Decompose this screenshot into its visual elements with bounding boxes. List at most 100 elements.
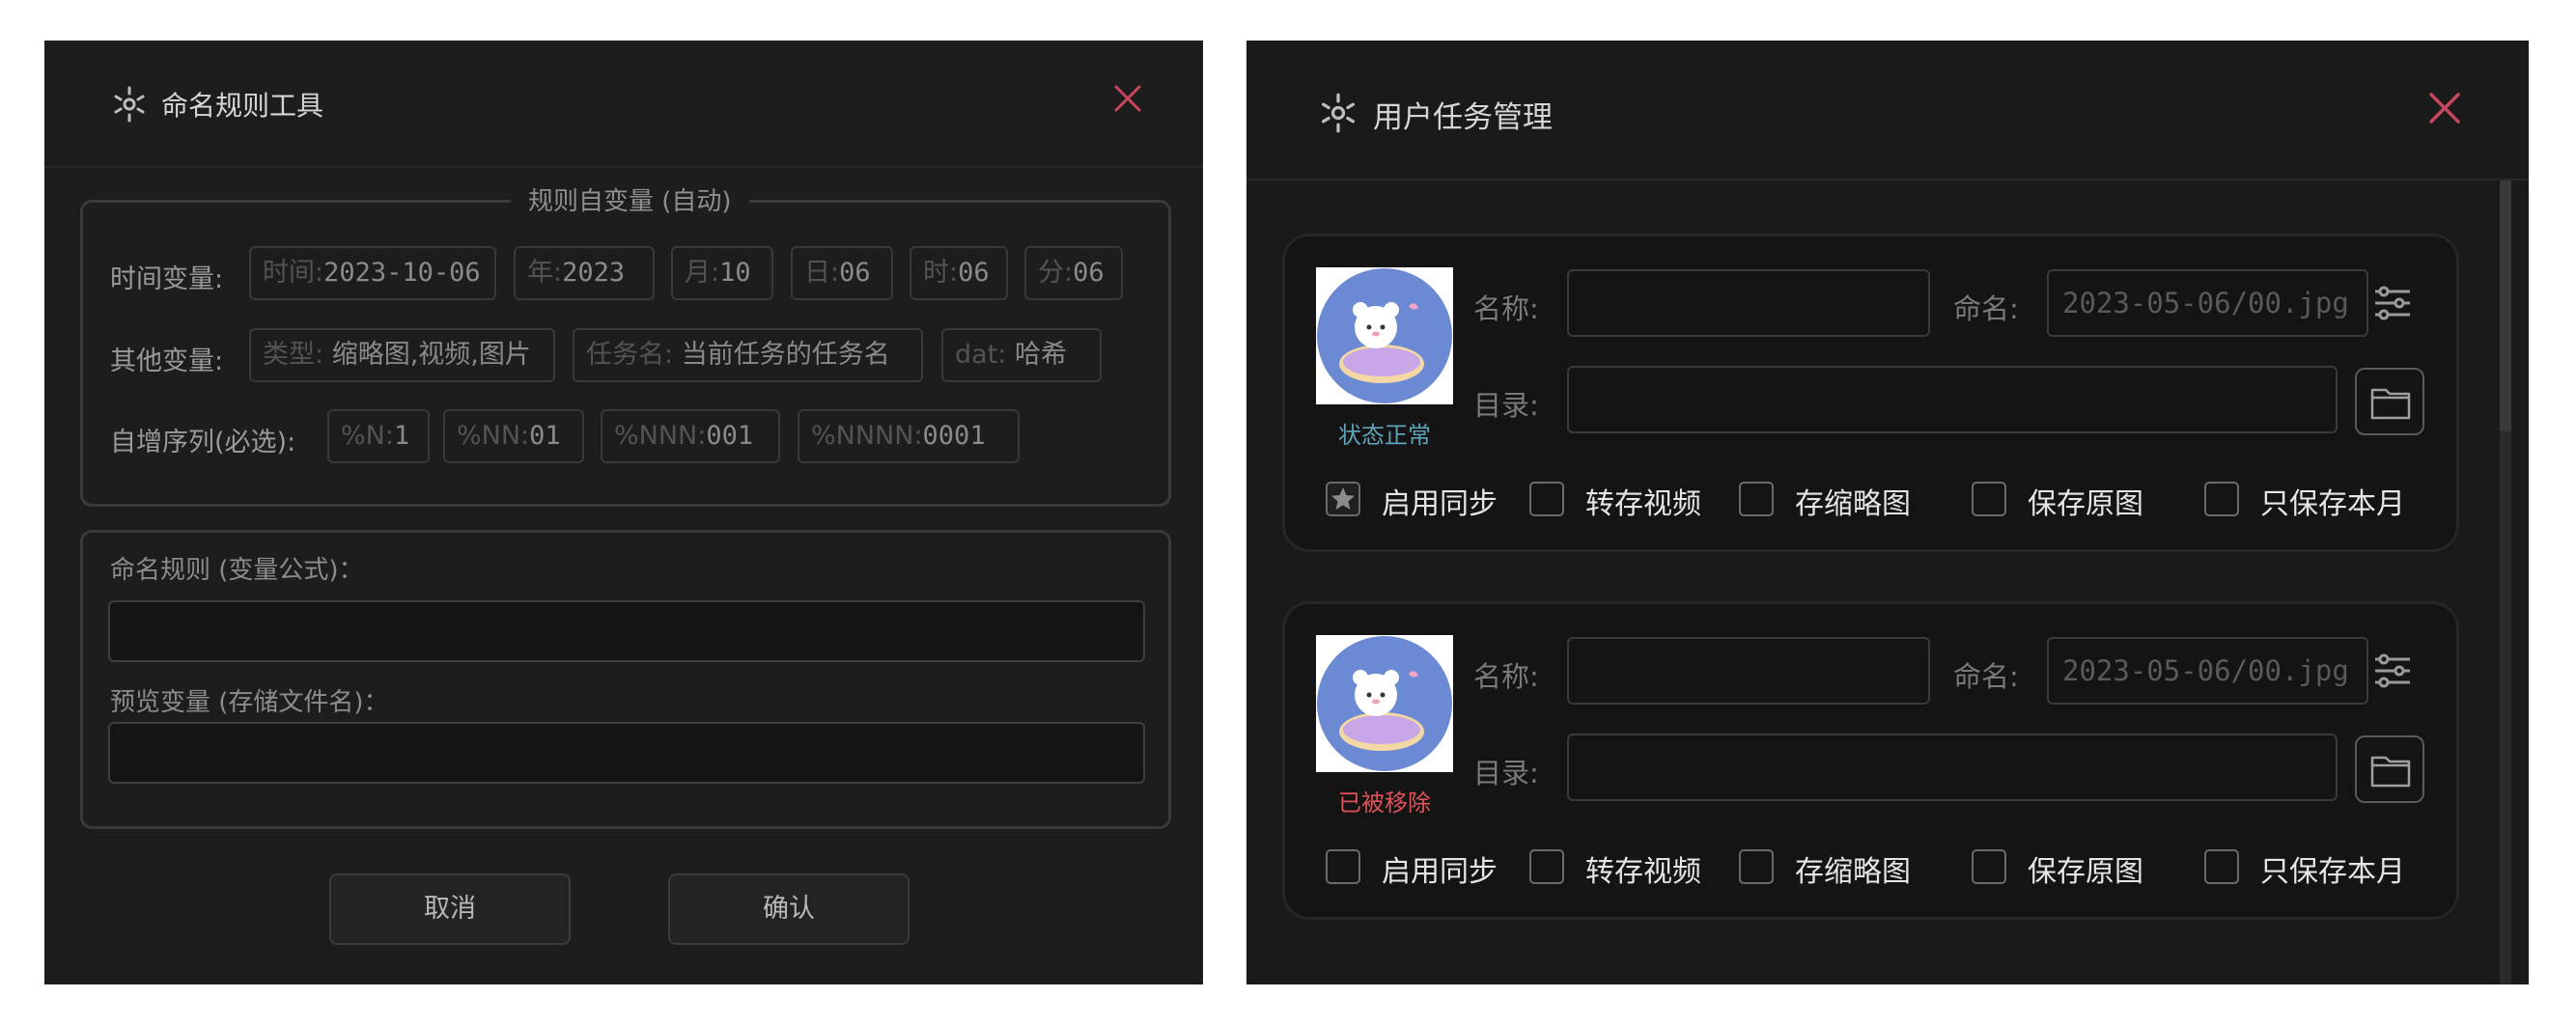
checkbox-label: 启用同步 [1382, 855, 1498, 889]
chip-minute[interactable]: 分:06 [1024, 246, 1123, 300]
close-icon[interactable] [2428, 92, 2461, 128]
task-name-input[interactable] [1567, 269, 1930, 337]
task-avatar [1316, 267, 1453, 404]
task-manager-dialog: 用户任务管理 状态正常 名称: 命名: 2023-05-06/00.jpg 目录… [1246, 41, 2529, 984]
dialog-title: 用户任务管理 [1373, 100, 1553, 135]
chip-value: 1 [393, 421, 410, 451]
filename-value: 2023-05-06/00.jpg [2062, 287, 2349, 319]
variables-group: 规则自变量 (自动) 时间变量: 时间:2023-10-06 年:2023 月:… [80, 181, 1171, 507]
chip-month[interactable]: 月:10 [671, 246, 773, 300]
checkbox-label: 保存原图 [2028, 855, 2143, 889]
other-variables-label: 其他变量: [110, 346, 224, 376]
chip-type[interactable]: 类型: 缩略图,视频,图片 [249, 328, 555, 382]
naming-rule-label: 命名规则 (变量公式)： [110, 556, 364, 585]
task-status: 状态正常 [1338, 422, 1431, 449]
directory-label: 目录: [1473, 757, 1539, 790]
chip-key: %NN: [457, 421, 530, 451]
chip-key: 时间: [263, 258, 324, 288]
checkbox-box[interactable] [1972, 849, 2006, 884]
chip-value: 当前任务的任务名 [681, 340, 890, 370]
chip-seq-nnnn[interactable]: %NNNN:0001 [798, 409, 1020, 463]
checkbox-label: 存缩略图 [1795, 487, 1911, 521]
chip-seq-nnn[interactable]: %NNN:001 [601, 409, 780, 463]
checkbox-box[interactable] [1739, 849, 1774, 884]
checkbox-box[interactable] [2204, 482, 2239, 516]
filename-label: 命名: [1953, 660, 2019, 693]
close-icon[interactable] [1113, 84, 1142, 117]
task-card: 状态正常 名称: 命名: 2023-05-06/00.jpg 目录: 启用同步 … [1282, 234, 2459, 552]
checkbox-label: 保存原图 [2028, 487, 2143, 521]
chip-key: 分: [1038, 258, 1074, 288]
chip-value: 10 [719, 258, 751, 288]
filename-value: 2023-05-06/00.jpg [2062, 654, 2349, 687]
chip-seq-n[interactable]: %N:1 [327, 409, 430, 463]
time-variables-label: 时间变量: [110, 264, 224, 294]
chip-time-full[interactable]: 时间:2023-10-06 [249, 246, 496, 300]
filename-label: 命名: [1953, 292, 2019, 325]
sliders-icon[interactable] [2372, 283, 2413, 327]
chip-value: 0001 [922, 421, 986, 451]
chip-dat[interactable]: dat: 哈希 [941, 328, 1102, 382]
checkbox-box[interactable] [1529, 849, 1564, 884]
naming-tool-dialog: 命名规则工具 规则自变量 (自动) 时间变量: 时间:2023-10-06 年:… [44, 41, 1203, 984]
name-label: 名称: [1473, 292, 1539, 325]
cancel-button[interactable]: 取消 [329, 873, 571, 945]
star-checked-icon [1331, 487, 1355, 510]
chip-key: 时: [923, 258, 959, 288]
chip-year[interactable]: 年:2023 [514, 246, 655, 300]
chip-key: %NNN: [614, 421, 707, 451]
app-logo-icon [1317, 92, 1359, 138]
chip-key: 类型: [263, 340, 324, 370]
chip-value: 06 [958, 258, 990, 288]
chip-key: %NNNN: [811, 421, 923, 451]
chip-key: 任务名: [586, 340, 674, 370]
chip-value: 06 [1073, 258, 1105, 288]
filename-input[interactable]: 2023-05-06/00.jpg [2047, 269, 2368, 337]
preview-output [108, 722, 1145, 784]
chip-value: 2023 [562, 258, 626, 288]
checkbox-label: 只保存本月 [2260, 855, 2405, 889]
naming-rule-input[interactable] [108, 600, 1145, 662]
folder-icon [2370, 752, 2411, 792]
scrollbar[interactable] [2500, 180, 2511, 984]
checkbox-box[interactable] [1972, 482, 2006, 516]
variables-group-title: 规则自变量 (自动) [511, 181, 749, 217]
checkbox-box[interactable] [2204, 849, 2239, 884]
chip-task-name[interactable]: 任务名: 当前任务的任务名 [573, 328, 923, 382]
checkbox-label: 启用同步 [1382, 487, 1498, 521]
chip-seq-nn[interactable]: %NN:01 [443, 409, 584, 463]
scrollbar-thumb[interactable] [2500, 180, 2511, 431]
confirm-button[interactable]: 确认 [668, 873, 910, 945]
task-name-input[interactable] [1567, 637, 1930, 705]
chip-value: 06 [839, 258, 871, 288]
checkbox-box[interactable] [1529, 482, 1564, 516]
chip-value: 哈希 [1014, 340, 1067, 370]
chip-hour[interactable]: 时:06 [910, 246, 1008, 300]
checkbox-label: 转存视频 [1585, 855, 1701, 889]
task-avatar [1316, 635, 1453, 772]
preview-label: 预览变量 (存储文件名)： [110, 688, 389, 717]
folder-icon [2370, 384, 2411, 425]
directory-input[interactable] [1567, 734, 2338, 801]
checkbox-box[interactable] [1326, 482, 1360, 516]
checkbox-label: 存缩略图 [1795, 855, 1911, 889]
directory-label: 目录: [1473, 389, 1539, 422]
folder-button[interactable] [2355, 368, 2424, 435]
checkbox-box[interactable] [1739, 482, 1774, 516]
checkbox-label: 转存视频 [1585, 487, 1701, 521]
chip-key: 日: [804, 258, 840, 288]
chip-value: 001 [706, 421, 754, 451]
filename-input[interactable]: 2023-05-06/00.jpg [2047, 637, 2368, 705]
rule-group: 命名规则 (变量公式)： 预览变量 (存储文件名)： [80, 530, 1171, 829]
sequence-label: 自增序列(必选): [110, 428, 296, 457]
directory-input[interactable] [1567, 366, 2338, 433]
name-label: 名称: [1473, 660, 1539, 693]
chip-day[interactable]: 日:06 [791, 246, 893, 300]
dialog-title: 命名规则工具 [161, 90, 324, 122]
sliders-icon[interactable] [2372, 651, 2413, 695]
chip-key: %N: [341, 421, 394, 451]
folder-button[interactable] [2355, 735, 2424, 803]
chip-key: dat: [955, 340, 1007, 370]
chip-value: 2023-10-06 [323, 258, 481, 288]
checkbox-box[interactable] [1326, 849, 1360, 884]
